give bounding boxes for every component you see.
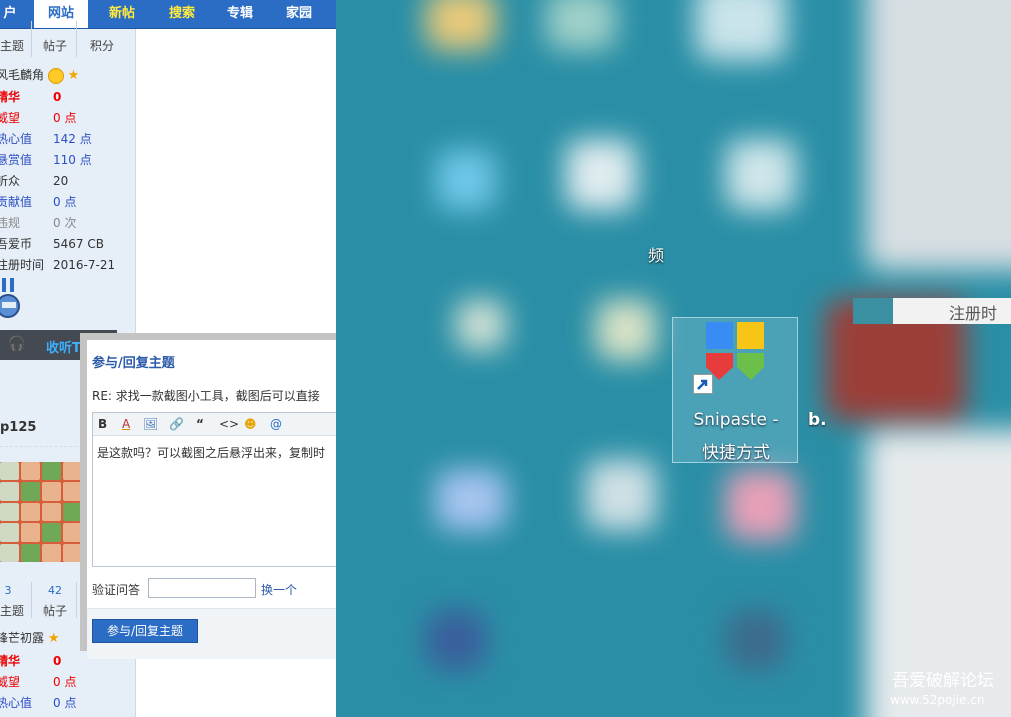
user2-group-title: 锋芒初露 ★ <box>0 629 60 646</box>
editor-toolbar: B A 🖼 🔗 “ <> ☻ @ <box>93 413 336 436</box>
row-key[interactable]: 威望 <box>0 672 20 693</box>
user1-stat-labels: 主题 帖子 积分 <box>0 37 135 53</box>
reply-body-text[interactable]: 是这款吗？可以截图之后悬浮出来，复制时 <box>97 444 325 461</box>
user1-group-title: 风毛麟角 ★ <box>0 66 79 84</box>
row-value: 0 <box>53 654 62 668</box>
dialog-footer: 参与/回复主题 <box>87 608 336 659</box>
dialog-title: 参与/回复主题 <box>92 356 175 371</box>
nav-home[interactable]: 家园 <box>273 0 325 28</box>
shortcut-arrow-icon <box>693 374 713 394</box>
user1-row-contribution: 贡献值 0 点 <box>0 192 135 213</box>
user1-title-text: 风毛麟角 <box>0 68 45 82</box>
user1-row-essence: 精华 0 <box>0 87 135 108</box>
image-button[interactable]: 🖼 <box>143 416 158 432</box>
row-value: 5467 CB <box>53 237 104 251</box>
smiley-icon <box>47 67 64 84</box>
stat-divider <box>31 21 32 57</box>
icon-label-line1: Snipaste - <box>693 410 779 430</box>
row-key[interactable]: 悬赏值 <box>0 150 32 171</box>
register-fragment: 注册时 <box>949 304 998 323</box>
emoji-button[interactable]: ☻ <box>244 416 257 432</box>
row-value: 0 <box>53 90 62 104</box>
reply-dialog: 参与/回复主题 RE: 求找一款截图小工具，截图后可以直接 B A 🖼 🔗 “ … <box>80 333 336 659</box>
quote-button[interactable]: “ <box>196 416 204 432</box>
forum-panel: 户 网站 新帖 搜索 专辑 家园 主题 帖子 积分 风毛麟角 ★ 精华 0 威望 0… <box>0 0 336 717</box>
captcha-switch-link[interactable]: 换一个 <box>261 581 297 598</box>
user1-row-prestige: 威望 0 点 <box>0 108 135 129</box>
snipaste-shortcut-icon[interactable]: Snipaste - 快捷方式 <box>672 317 798 463</box>
icon-label-line2: 快捷方式 <box>702 443 770 463</box>
headphones-icon: 🎧 <box>8 336 26 352</box>
stat-label-points: 积分 <box>89 39 114 53</box>
text-fragment: 频 <box>648 246 665 265</box>
snipaste-logo-icon <box>706 322 764 380</box>
watermark-title: 吾爱破解论坛 <box>892 671 994 691</box>
divider <box>0 446 82 447</box>
row-value: 110 点 <box>53 153 92 167</box>
user2-row-prestige: 威望 0 点 <box>0 672 135 693</box>
stat-posts[interactable]: 42 <box>35 584 75 597</box>
row-key[interactable]: 热心值 <box>0 693 32 714</box>
watermark-url: www.52pojie.cn <box>890 693 985 707</box>
stat-divider <box>31 582 32 618</box>
user1-row-enthusiasm: 热心值 142 点 <box>0 129 135 150</box>
reply-subject: RE: 求找一款截图小工具，截图后可以直接 <box>92 389 320 403</box>
medal-icon[interactable] <box>0 278 24 322</box>
bold-button[interactable]: B <box>98 416 107 432</box>
row-key[interactable]: 贡献值 <box>0 192 32 213</box>
star-icon: ★ <box>67 68 80 83</box>
user1-row-coins: 吾爱币 5467 CB <box>0 234 135 255</box>
row-key[interactable]: 热心值 <box>0 129 32 150</box>
desktop-background: 频 注册时 Snipaste - 快捷方式 b. 吾爱破解论坛 www.52po… <box>336 0 1011 717</box>
nav-album[interactable]: 专辑 <box>214 0 266 28</box>
code-button[interactable]: <> <box>219 416 239 432</box>
stat-divider <box>76 582 77 618</box>
text-fragment: b. <box>808 410 827 430</box>
follow-label: 收听T <box>46 341 81 356</box>
row-key: 吾爱币 <box>0 237 33 251</box>
stat-label-posts: 帖子 <box>42 39 67 53</box>
link-button[interactable]: 🔗 <box>169 416 184 432</box>
user1-row-violations: 违规 0 次 <box>0 213 135 234</box>
row-key[interactable]: 听众 <box>0 171 20 192</box>
row-value: 0 点 <box>53 195 77 209</box>
nav-user[interactable]: 户 <box>0 0 24 28</box>
captcha-label: 验证问答 <box>92 583 141 597</box>
top-navbar: 户 网站 新帖 搜索 专辑 家园 <box>0 0 336 29</box>
user2-username[interactable]: p125 <box>0 420 36 435</box>
stat-threads[interactable]: 3 <box>0 584 28 597</box>
mention-button[interactable]: @ <box>270 416 282 432</box>
reply-editor[interactable]: B A 🖼 🔗 “ <> ☻ @ 是这款吗？可以截图之后悬浮出来，复制时 <box>92 412 336 567</box>
avatar[interactable] <box>0 462 82 562</box>
submit-reply-button[interactable]: 参与/回复主题 <box>92 619 198 643</box>
user2-row-enthusiasm: 热心值 0 点 <box>0 693 135 714</box>
user1-row-bounty: 悬赏值 110 点 <box>0 150 135 171</box>
row-value: 20 <box>53 174 69 188</box>
nav-search[interactable]: 搜索 <box>156 0 208 28</box>
row-value: 2016-7-21 <box>53 258 116 272</box>
row-value: 0 次 <box>53 216 77 230</box>
user2-title-text: 锋芒初露 <box>0 631 45 645</box>
stat-label-threads: 主题 <box>0 39 24 53</box>
row-key[interactable]: 威望 <box>0 108 20 129</box>
nav-website[interactable]: 网站 <box>34 0 88 28</box>
row-key[interactable]: 精华 <box>0 651 20 672</box>
row-value: 142 点 <box>53 132 92 146</box>
stat-divider <box>76 21 77 57</box>
window-fragment: 注册时 <box>853 298 1011 324</box>
row-key[interactable]: 精华 <box>0 87 20 108</box>
nav-new-posts[interactable]: 新帖 <box>96 0 148 28</box>
user1-row-listeners: 听众 20 <box>0 171 135 192</box>
star-icon: ★ <box>47 631 60 646</box>
stat-label-posts: 帖子 <box>42 604 67 618</box>
font-color-button[interactable]: A <box>122 416 130 432</box>
row-value: 0 点 <box>53 696 77 710</box>
row-value: 0 点 <box>53 111 77 125</box>
user1-row-register-date: 注册时间 2016-7-21 <box>0 255 135 276</box>
stat-label-threads: 主题 <box>0 604 24 618</box>
captcha-input[interactable] <box>148 578 256 598</box>
row-key: 注册时间 <box>0 258 45 272</box>
row-value: 0 点 <box>53 675 77 689</box>
row-key[interactable]: 违规 <box>0 213 20 234</box>
